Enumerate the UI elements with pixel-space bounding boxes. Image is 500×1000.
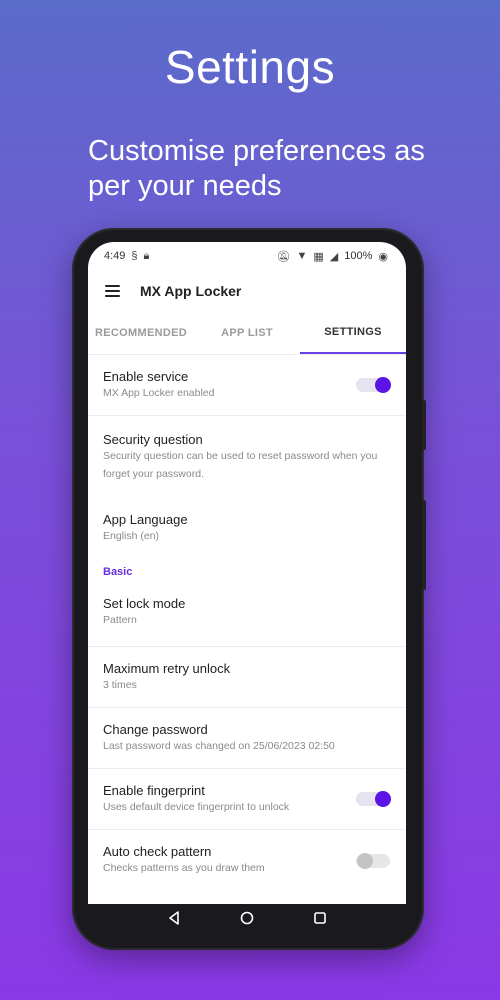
setting-title: Enable service: [103, 369, 189, 384]
promo-subtitle: Customise preferences as per your needs: [88, 135, 425, 202]
volume-button: [422, 400, 426, 450]
enable-service-toggle[interactable]: [356, 375, 392, 395]
phone-screen: 4:49 § 🔒︎ 🔕︎ ▼ ▦ ◢ 100% ◉ MX App Locker …: [88, 242, 406, 904]
setting-title: Enable fingerprint: [103, 783, 205, 798]
home-circle-icon[interactable]: [240, 911, 254, 925]
power-button: [422, 500, 426, 590]
app-bar: MX App Locker: [88, 270, 406, 312]
wifi-icon: ▼: [296, 250, 308, 262]
enable-fingerprint-toggle[interactable]: [356, 789, 392, 809]
mute-icon: 🔕︎: [276, 250, 291, 263]
tab-settings[interactable]: SETTINGS: [300, 312, 406, 354]
setting-title: Auto check pattern: [103, 844, 212, 859]
setting-subtitle: English (en): [103, 530, 160, 542]
setting-change-password[interactable]: Change password Last password was change…: [88, 708, 406, 769]
app-title: MX App Locker: [140, 283, 242, 299]
setting-subtitle: MX App Locker enabled: [103, 387, 215, 399]
settings-list: Enable service MX App Locker enabled Sec…: [88, 355, 406, 891]
signal-icon: ◢: [329, 250, 339, 263]
setting-subtitle: Checks patterns as you draw them: [103, 862, 265, 874]
section-header-basic: Basic: [103, 566, 133, 578]
setting-title: Set lock mode: [103, 596, 186, 611]
setting-security-question[interactable]: Security question Security question can …: [88, 416, 406, 496]
status-time: 4:49: [104, 250, 126, 262]
auto-check-pattern-toggle[interactable]: [356, 851, 392, 871]
setting-subtitle: Last password was changed on 25/06/2023 …: [103, 740, 335, 752]
tab-app-list[interactable]: APP LIST: [194, 312, 300, 354]
setting-enable-fingerprint[interactable]: Enable fingerprint Uses default device f…: [88, 769, 406, 830]
setting-lock-mode[interactable]: Set lock mode Pattern: [88, 586, 406, 647]
setting-enable-service[interactable]: Enable service MX App Locker enabled: [88, 355, 406, 416]
setting-subtitle: Pattern: [103, 614, 137, 626]
setting-title: Security question: [103, 432, 203, 447]
recents-square-icon[interactable]: [313, 911, 327, 925]
setting-auto-check-pattern[interactable]: Auto check pattern Checks patterns as yo…: [88, 830, 406, 891]
tab-recommended[interactable]: RECOMMENDED: [88, 312, 194, 354]
status-bar: 4:49 § 🔒︎ 🔕︎ ▼ ▦ ◢ 100% ◉: [88, 242, 406, 270]
battery-level: 100%: [344, 250, 373, 262]
setting-app-language[interactable]: App Language English (en): [88, 496, 406, 554]
setting-subtitle: 3 times: [103, 679, 137, 691]
sync-icon: §: [131, 250, 138, 262]
setting-max-retry[interactable]: Maximum retry unlock 3 times: [88, 647, 406, 708]
setting-title: Maximum retry unlock: [103, 661, 231, 676]
lock-status-icon: 🔒︎: [143, 249, 150, 262]
navigation-bar: [88, 900, 406, 936]
setting-subtitle: Security question can be used to reset p…: [103, 450, 378, 480]
setting-subtitle: Uses default device fingerprint to unloc…: [103, 801, 290, 813]
battery-icon: ◉: [378, 250, 388, 263]
promo-title: Settings: [164, 41, 336, 93]
vowifi-icon: ▦: [313, 250, 324, 263]
hamburger-menu-icon[interactable]: [105, 285, 120, 297]
back-triangle-icon[interactable]: [167, 911, 181, 925]
setting-title: App Language: [103, 512, 188, 527]
tab-bar: RECOMMENDED APP LIST SETTINGS: [88, 312, 406, 355]
setting-title: Change password: [103, 722, 208, 737]
